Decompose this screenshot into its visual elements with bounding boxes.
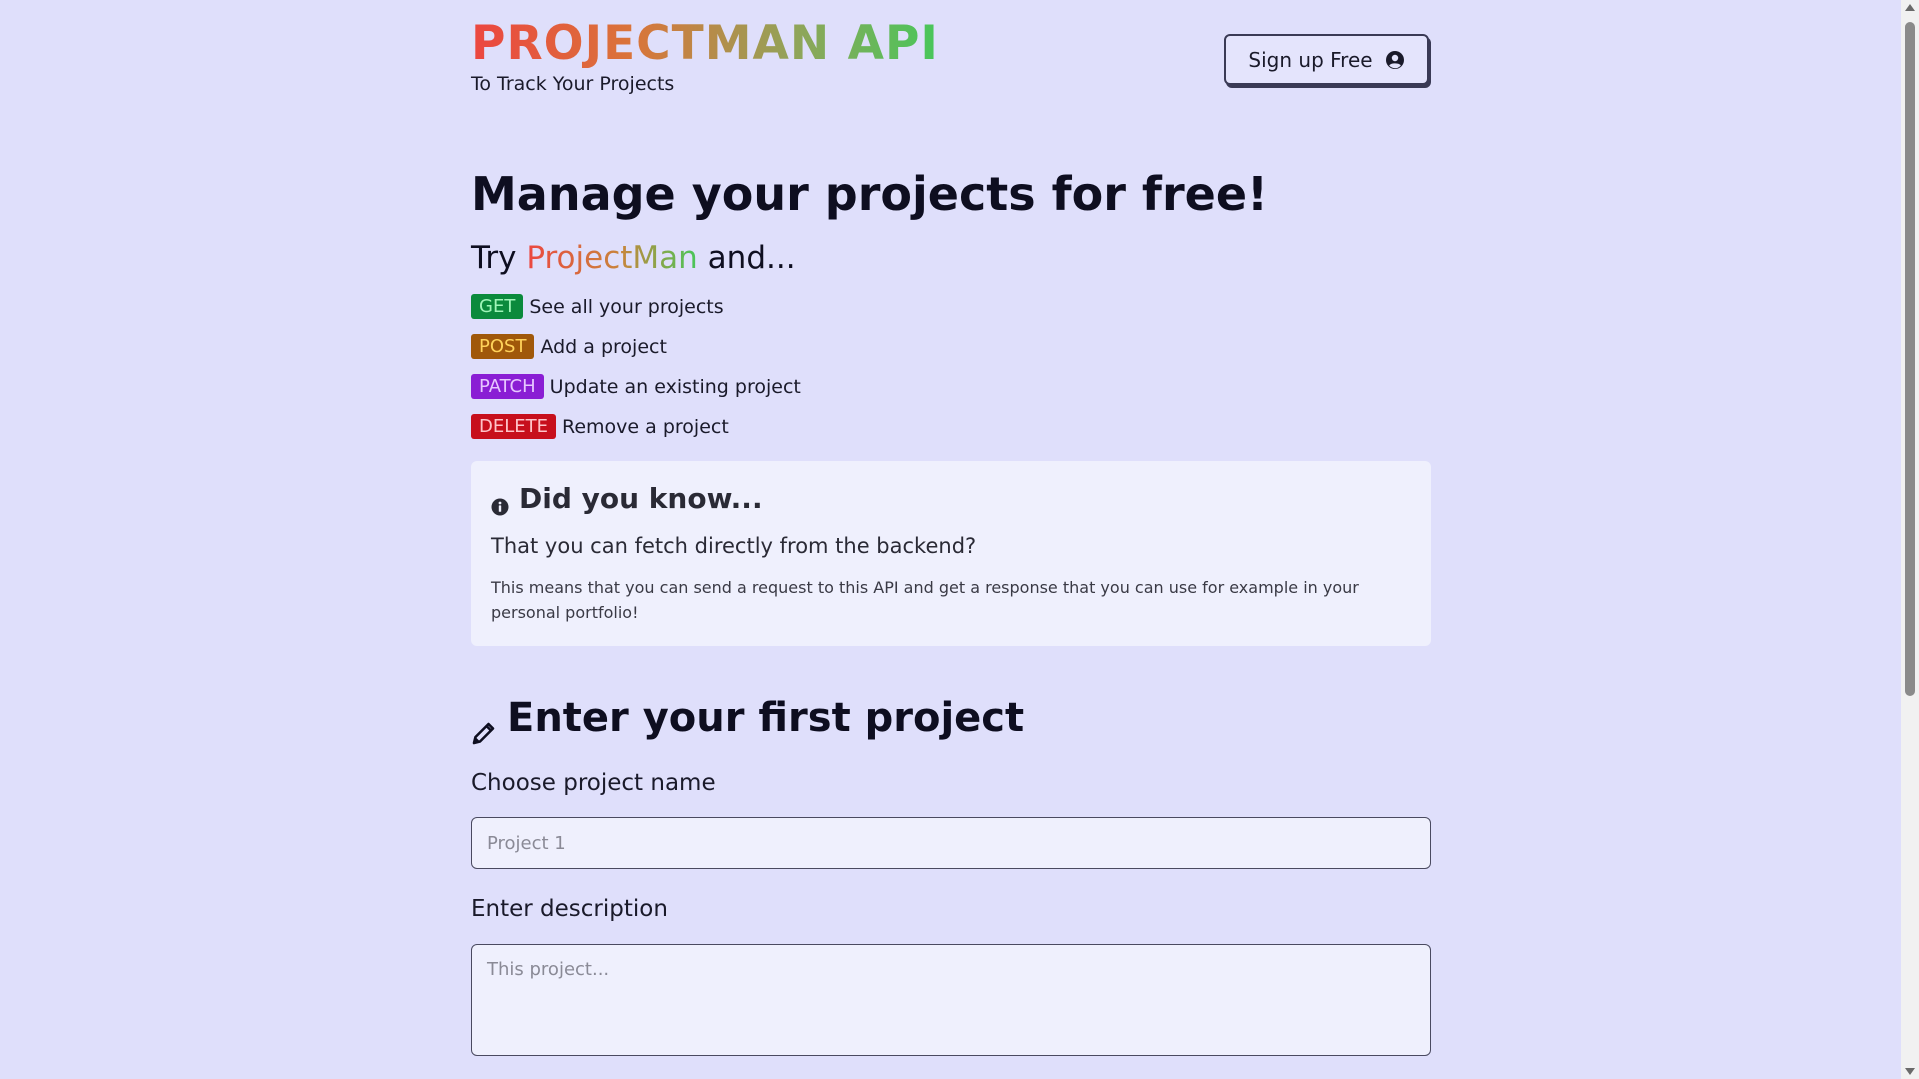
signup-button[interactable]: Sign up Free <box>1224 34 1429 85</box>
project-name-label: Choose project name <box>471 770 716 796</box>
method-badge-get: GET <box>471 294 524 319</box>
try-suffix: and... <box>707 240 796 276</box>
method-description-patch: Update an existing project <box>549 375 801 398</box>
description-label: Enter description <box>471 896 668 922</box>
method-badge-patch: PATCH <box>471 374 544 399</box>
did-you-know-card: Did you know... That you can fetch direc… <box>471 461 1431 646</box>
method-description-post: Add a project <box>540 335 667 358</box>
method-item-delete: DELETE Remove a project <box>471 414 729 439</box>
info-circle-icon <box>491 490 509 515</box>
try-brand: ProjectMan <box>526 240 698 276</box>
project-name-input[interactable] <box>471 817 1431 869</box>
scroll-up-arrow-icon[interactable] <box>1905 4 1915 11</box>
method-badge-post: POST <box>471 334 535 359</box>
info-title-text: Did you know... <box>519 482 763 515</box>
page: PROJECTMAN API To Track Your Projects Si… <box>0 0 1919 1079</box>
method-badge-delete: DELETE <box>471 414 557 439</box>
scroll-thumb[interactable] <box>1905 22 1915 696</box>
method-description-get: See all your projects <box>529 295 724 318</box>
info-question: That you can fetch directly from the bac… <box>491 534 977 558</box>
method-description-delete: Remove a project <box>562 415 729 438</box>
signup-button-label: Sign up Free <box>1248 47 1373 72</box>
vertical-scrollbar[interactable] <box>1901 0 1919 1079</box>
hero-title: Manage your projects for free! <box>471 167 1269 221</box>
info-card-title: Did you know... <box>491 482 763 515</box>
description-textarea[interactable] <box>471 944 1431 1056</box>
method-item-post: POST Add a project <box>471 334 667 359</box>
method-item-patch: PATCH Update an existing project <box>471 374 801 399</box>
brand-tagline: To Track Your Projects <box>471 73 675 95</box>
form-title-text: Enter your first project <box>507 695 1025 741</box>
pencil-icon <box>471 705 497 745</box>
brand-logo[interactable]: PROJECTMAN API <box>471 20 939 68</box>
try-prefix: Try <box>471 240 517 276</box>
user-circle-icon <box>1385 50 1405 70</box>
form-title: Enter your first project <box>471 690 1024 746</box>
try-heading: Try ProjectMan and... <box>471 238 796 278</box>
info-body: This means that you can send a request t… <box>491 578 1359 622</box>
method-item-get: GET See all your projects <box>471 294 724 319</box>
scroll-down-arrow-icon[interactable] <box>1905 1068 1915 1075</box>
